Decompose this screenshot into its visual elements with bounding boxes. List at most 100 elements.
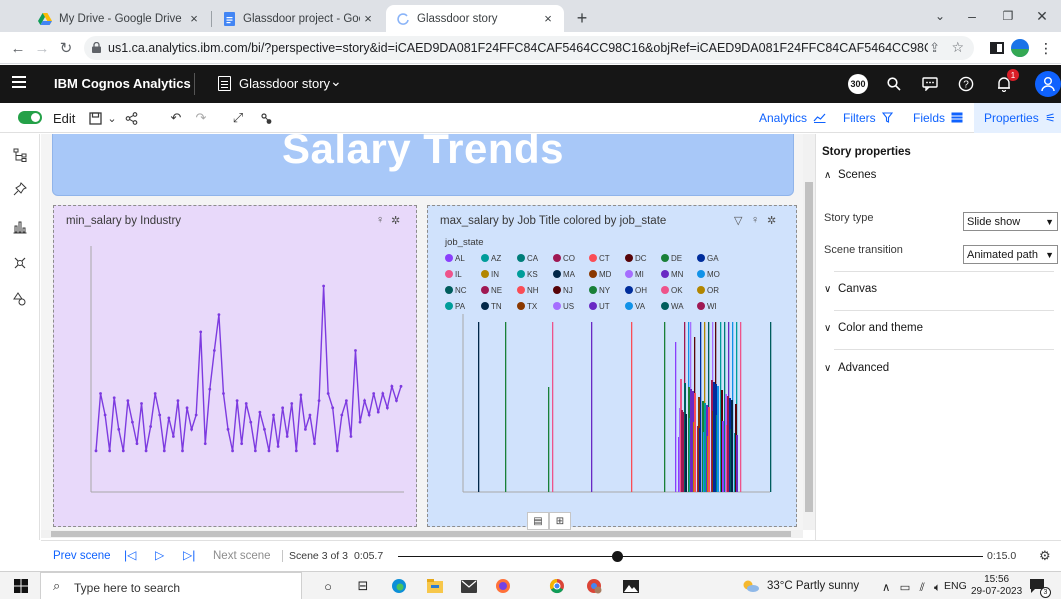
gear-icon[interactable]: ⚙ [1039,548,1051,564]
prev-scene-link[interactable]: Prev scene [53,550,111,562]
task-view-icon[interactable]: ⊟ [354,577,372,595]
grid-view-icon[interactable]: ⊞ [549,512,571,530]
window-extension-icon[interactable] [988,39,1006,57]
minimize-button[interactable]: – [952,0,992,32]
section-canvas[interactable]: ∨ Canvas [824,283,877,295]
data-point[interactable] [354,349,357,352]
data-point[interactable] [344,399,348,403]
data-point[interactable] [144,449,148,453]
share-icon[interactable] [122,109,140,127]
data-point[interactable] [290,402,294,405]
new-tab-button[interactable]: + [571,8,593,29]
data-point[interactable] [121,449,125,453]
bar[interactable] [685,414,687,492]
bar[interactable] [478,322,480,492]
undo-icon[interactable]: ↶ [167,109,185,127]
close-tab-icon[interactable]: × [360,11,376,26]
system-tray-icons[interactable]: ∧ ▭ ⫽ 🔈︎ [882,580,944,595]
pin-icon[interactable] [11,180,29,198]
bar[interactable] [675,342,677,492]
bar[interactable] [727,396,729,492]
data-point[interactable] [317,399,321,403]
chat-assistant-icon[interactable] [920,74,940,94]
data-point[interactable] [158,413,162,417]
bar[interactable] [713,382,715,492]
data-point[interactable] [281,406,285,410]
shapes-icon[interactable] [11,290,29,308]
title-banner[interactable]: Salary Trends [52,134,794,196]
properties-button[interactable]: Properties ⚟ [974,103,1061,133]
line-chart-widget[interactable]: min_salary by Industry ♀ ✲ [53,205,417,527]
next-scene-link[interactable]: Next scene [213,550,271,562]
data-point[interactable] [112,396,116,400]
data-point[interactable] [285,435,289,438]
weather-sun-icon[interactable] [742,577,760,595]
bar[interactable] [664,322,666,492]
bar[interactable] [591,322,593,492]
data-point[interactable] [181,449,184,453]
bar[interactable] [704,403,706,492]
page-view-icon[interactable]: ▤ [527,512,549,530]
fullscreen-icon[interactable]: ⤢ [229,109,247,127]
save-icon[interactable] [86,109,104,127]
save-menu-chevron-icon[interactable]: ⌄ [103,109,121,127]
data-point[interactable] [185,406,189,410]
weather-text[interactable]: 33°C Partly sunny [767,580,859,592]
data-point[interactable] [249,420,253,424]
address-bar[interactable]: us1.ca.analytics.ibm.com/bi/?perspective… [84,36,974,60]
data-point[interactable] [153,392,157,395]
bar[interactable] [552,322,554,492]
data-point[interactable] [149,425,153,428]
bar[interactable] [548,387,550,492]
data-point[interactable] [372,392,376,395]
bar[interactable] [690,389,692,492]
data-point[interactable] [222,392,225,395]
story-type-select[interactable]: Slide show ▼ [963,212,1058,231]
help-icon[interactable]: ? [956,74,976,94]
data-point[interactable] [322,284,326,288]
language-indicator[interactable]: ENG [944,580,967,592]
bar[interactable] [722,421,724,492]
bar[interactable] [681,410,683,492]
chrome-icon[interactable] [548,577,566,595]
data-point[interactable] [244,402,248,405]
timeline-track[interactable] [398,556,983,557]
close-window-button[interactable]: ✕ [1022,0,1061,32]
data-point[interactable] [94,449,98,453]
bar[interactable] [731,400,733,492]
data-point[interactable] [363,399,366,403]
close-tab-icon[interactable]: × [540,11,556,26]
data-point[interactable] [190,427,193,431]
data-point[interactable] [231,449,234,453]
data-point[interactable] [276,445,280,448]
chrome-profile-icon[interactable] [585,577,603,595]
user-count-badge[interactable]: 300 [848,74,868,94]
taskbar-clock[interactable]: 15:56 29-07-2023 [971,574,1022,598]
data-point[interactable] [208,387,212,391]
data-point[interactable] [253,449,257,453]
skip-forward-icon[interactable]: ▷| [183,548,195,562]
file-explorer-icon[interactable] [426,577,444,595]
data-point[interactable] [385,406,389,410]
pin-icon[interactable] [257,109,275,127]
data-point[interactable] [258,410,262,414]
data-point[interactable] [340,413,344,417]
data-point[interactable] [390,384,394,388]
bar[interactable] [708,407,710,492]
data-point[interactable] [99,392,102,395]
chevron-down-icon[interactable]: ⌄ [330,73,342,90]
tab-google-docs[interactable]: Glassdoor project - Google Docs × [212,5,384,32]
edit-mode-toggle[interactable] [18,111,42,124]
data-point[interactable] [126,399,130,403]
data-point[interactable] [313,442,316,446]
data-point[interactable] [235,399,239,403]
skip-back-icon[interactable]: |◁ [124,548,136,562]
data-point[interactable] [349,435,353,438]
fields-button[interactable]: Fields [913,111,963,125]
bar[interactable] [699,428,701,492]
data-point[interactable] [199,330,203,334]
data-point[interactable] [335,449,339,453]
data-point[interactable] [212,349,216,352]
data-point[interactable] [381,392,385,395]
bar[interactable] [631,322,633,492]
